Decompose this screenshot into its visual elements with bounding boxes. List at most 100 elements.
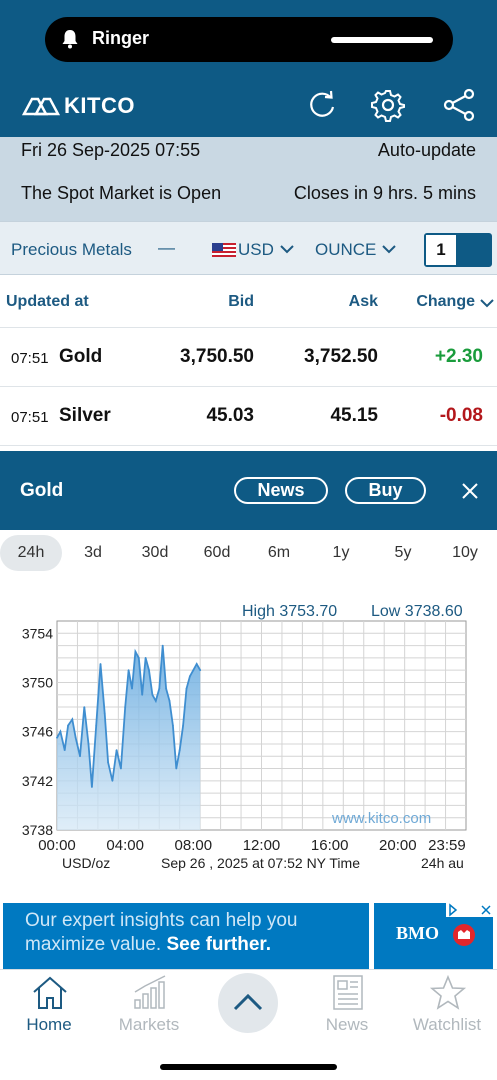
row-time: 07:51 <box>11 350 49 367</box>
data-point <box>172 724 174 727</box>
data-point <box>59 730 62 733</box>
x-tick-label: 23:59 <box>428 837 466 854</box>
tab-10y[interactable]: 10y <box>434 535 496 571</box>
table-row[interactable]: 07:51 Gold 3,750.50 3,752.50 +2.30 <box>0 329 497 387</box>
data-point <box>120 767 122 770</box>
refresh-icon[interactable] <box>305 88 339 122</box>
y-tick-label: 3738 <box>22 822 53 838</box>
header-band: Ringer KITCO <box>0 0 497 137</box>
data-point <box>74 736 77 739</box>
header-bid: Bid <box>228 293 254 310</box>
currency-selector[interactable]: USD <box>238 240 274 260</box>
bottom-navigation: Home Markets News Watchlist <box>0 969 497 1080</box>
ad-line-2-strong: See further. <box>166 934 272 955</box>
x-tick-label: 20:00 <box>379 837 417 854</box>
close-icon[interactable] <box>460 481 480 501</box>
data-point <box>144 657 147 659</box>
nav-markets-label: Markets <box>118 1015 180 1034</box>
chart-low-label: Low 3738.60 <box>371 603 463 620</box>
nav-home[interactable]: Home <box>4 970 94 1040</box>
nav-news[interactable]: News <box>302 970 392 1040</box>
tab-60d[interactable]: 60d <box>186 535 248 571</box>
gear-icon[interactable] <box>371 88 405 122</box>
y-tick-label: 3750 <box>22 674 53 690</box>
tab-30d[interactable]: 30d <box>124 535 186 571</box>
x-tick-label: 12:00 <box>243 837 281 854</box>
kitco-app: Ringer KITCO Fri 26 Sep-2025 07:55 Auto-… <box>0 0 497 1080</box>
buy-button[interactable]: Buy <box>345 477 426 504</box>
detail-title: Gold <box>20 480 64 501</box>
market-close-countdown: Closes in 9 hrs. 5 mins <box>293 183 476 203</box>
nav-markets[interactable]: Markets <box>104 970 194 1040</box>
market-info-band: Fri 26 Sep-2025 07:55 Auto-update The Sp… <box>0 137 497 221</box>
data-point <box>168 700 171 702</box>
news-button[interactable]: News <box>234 477 328 504</box>
chevron-up-icon <box>233 993 263 1011</box>
ringer-volume-bar <box>331 37 433 43</box>
tab-3d[interactable]: 3d <box>62 535 124 571</box>
advertisement-banner[interactable]: Our expert insights can help you maximiz… <box>3 903 494 969</box>
data-point <box>137 657 140 659</box>
data-point <box>151 693 154 696</box>
data-point <box>141 693 144 696</box>
row-ask: 3,752.50 <box>304 346 378 367</box>
header-change[interactable]: Change <box>416 293 475 311</box>
chart-unit-label: USD/oz <box>62 855 110 871</box>
collapse-toggle[interactable]: — <box>158 238 175 258</box>
kitco-logo: KITCO <box>22 92 135 120</box>
data-point <box>99 663 102 665</box>
row-ask: 45.15 <box>330 405 378 426</box>
price-chart: High 3753.70 Low 3738.60 www.kitco.com 3… <box>0 590 497 880</box>
tab-5y[interactable]: 5y <box>372 535 434 571</box>
share-icon[interactable] <box>442 88 476 122</box>
nav-news-label: News <box>325 1015 369 1034</box>
data-point <box>185 687 188 690</box>
data-point <box>158 687 161 690</box>
bar-chart-icon <box>134 975 166 1009</box>
bmo-roundel-icon <box>453 924 475 946</box>
ringer-notification: Ringer <box>45 17 453 62</box>
chevron-down-icon[interactable] <box>480 298 494 308</box>
data-point <box>148 669 150 672</box>
row-bid: 3,750.50 <box>180 346 254 367</box>
data-point <box>67 724 69 727</box>
auto-update-toggle[interactable]: Auto-update <box>378 140 476 161</box>
data-point <box>165 687 168 690</box>
expand-button[interactable] <box>218 973 278 1033</box>
data-point <box>103 712 106 715</box>
us-flag-icon <box>212 243 236 257</box>
ad-choices-icon[interactable] <box>446 903 494 917</box>
data-point <box>192 669 195 672</box>
data-point <box>134 650 137 653</box>
category-selector[interactable]: Precious Metals <box>11 240 132 260</box>
row-metal: Silver <box>59 405 111 426</box>
data-point <box>127 669 130 672</box>
table-row[interactable]: 07:51 Silver 45.03 45.15 -0.08 <box>0 388 497 446</box>
data-point <box>124 706 127 708</box>
home-indicator <box>160 1064 337 1070</box>
unit-selector[interactable]: OUNCE <box>315 240 376 260</box>
y-tick-label: 3746 <box>22 724 53 740</box>
tab-6m[interactable]: 6m <box>248 535 310 571</box>
tab-24h[interactable]: 24h <box>0 535 62 571</box>
ad-brand: BMO <box>396 923 439 943</box>
data-point <box>189 675 191 678</box>
tab-1y[interactable]: 1y <box>310 535 372 571</box>
price-table-header: Updated at Bid Ask Change <box>0 276 497 328</box>
row-change: +2.30 <box>434 346 483 367</box>
data-point <box>115 749 118 751</box>
ad-divider <box>369 903 374 969</box>
star-icon <box>429 974 467 1010</box>
nav-watchlist[interactable]: Watchlist <box>402 970 492 1040</box>
data-point <box>154 700 157 702</box>
logo-text: KITCO <box>64 93 135 118</box>
ad-line-1: Our expert insights can help you <box>25 910 298 931</box>
y-tick-label: 3754 <box>22 625 53 641</box>
data-point <box>182 724 185 727</box>
data-point <box>79 755 81 758</box>
data-point <box>63 749 66 751</box>
header-updated: Updated at <box>6 293 89 310</box>
quantity-input[interactable]: 1 <box>424 233 492 267</box>
chart-high-label: High 3753.70 <box>242 603 337 620</box>
quantity-value: 1 <box>426 235 456 265</box>
